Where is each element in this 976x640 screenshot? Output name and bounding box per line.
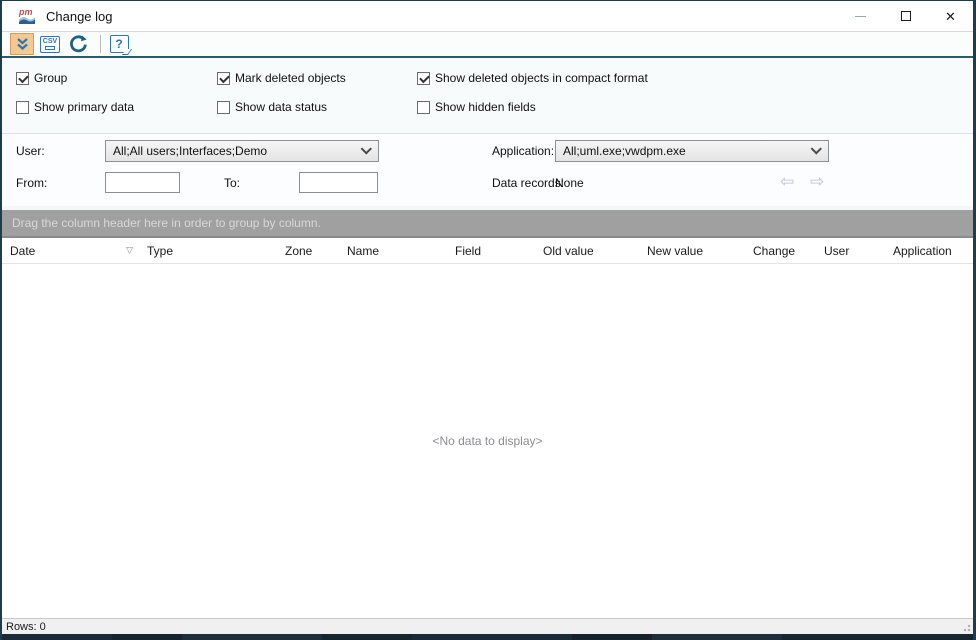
refresh-button[interactable] [66,33,90,55]
maximize-icon [901,11,911,21]
group-by-area: Drag the column header here in order to … [2,206,973,238]
checkbox-label: Show hidden fields [435,100,536,114]
column-header-name[interactable]: Name [339,238,447,263]
app-icon: pm [18,7,36,25]
group-by-hint: Drag the column header here in order to … [12,216,321,230]
csv-export-icon: CSV [40,36,60,53]
titlebar: pm Change log ✕ [2,1,973,31]
to-input[interactable] [299,172,378,193]
refresh-icon [69,35,88,54]
previous-record-arrow-icon[interactable]: ⇦ [780,173,794,190]
next-record-arrow-icon[interactable]: ⇨ [810,173,824,190]
column-header-new-value[interactable]: New value [639,238,745,263]
checkbox-box[interactable] [217,72,230,85]
group-by-drop-zone[interactable]: Drag the column header here in order to … [2,210,973,238]
application-label: Application: [492,144,554,158]
status-bar: Rows: 0 [2,618,973,634]
data-records-label: Data records: [492,176,564,190]
query-panel: User: All;All users;Interfaces;Demo Appl… [2,133,973,206]
taskbar-strip [2,634,973,640]
column-header-change[interactable]: Change [745,238,816,263]
column-header-date[interactable]: Date ▽ [2,238,139,263]
checkbox-box[interactable] [417,72,430,85]
checkbox-box[interactable] [16,72,29,85]
checkbox-show-hidden-fields[interactable]: Show hidden fields [417,100,536,114]
sort-descending-icon[interactable]: ▽ [126,245,133,256]
maximize-button[interactable] [883,1,928,31]
caption-buttons: ✕ [838,1,973,31]
toolbar: CSV ? [2,31,973,58]
checkbox-group[interactable]: Group [16,71,67,85]
column-header-user[interactable]: User [816,238,885,263]
svg-text:pm: pm [18,7,33,17]
chevron-down-icon [361,143,372,154]
minimize-button[interactable] [838,1,883,31]
resize-grip[interactable] [962,623,971,632]
close-button[interactable]: ✕ [928,1,973,31]
from-input[interactable] [105,172,180,193]
checkbox-mark-deleted-objects[interactable]: Mark deleted objects [217,71,346,85]
column-header-application[interactable]: Application [885,238,973,263]
from-label: From: [16,176,47,190]
rows-count: Rows: 0 [6,621,46,633]
checkbox-label: Show deleted objects in compact format [435,71,648,85]
close-icon: ✕ [945,10,956,23]
checkbox-label: Group [34,71,67,85]
filter-options-panel: Group Mark deleted objects Show deleted … [2,58,973,133]
checkbox-label: Show data status [235,100,327,114]
column-header-old-value[interactable]: Old value [535,238,639,263]
toolbar-separator [100,35,101,53]
checkbox-show-data-status[interactable]: Show data status [217,100,327,114]
data-records-value: None [555,176,584,190]
user-dropdown[interactable]: All;All users;Interfaces;Demo [105,140,379,162]
checkbox-label: Mark deleted objects [235,71,346,85]
to-label: To: [224,176,240,190]
user-label: User: [16,144,45,158]
application-dropdown[interactable]: All;uml.exe;vwdpm.exe [555,140,829,162]
grid-body[interactable]: <No data to display> [2,264,973,618]
checkbox-label: Show primary data [34,100,134,114]
checkbox-box[interactable] [417,101,430,114]
export-csv-button[interactable]: CSV [38,33,62,55]
toggle-filter-panel-button[interactable] [10,33,34,55]
double-chevron-down-icon [16,37,29,51]
help-button[interactable]: ? [107,33,131,55]
column-header-field[interactable]: Field [447,238,535,263]
checkbox-box[interactable] [217,101,230,114]
no-data-message: <No data to display> [432,434,542,448]
grid-header-row: Date ▽ Type Zone Name Field Old value Ne… [2,238,973,264]
application-dropdown-value: All;uml.exe;vwdpm.exe [563,144,686,158]
help-icon: ? [110,35,129,53]
column-header-zone[interactable]: Zone [277,238,339,263]
user-dropdown-value: All;All users;Interfaces;Demo [113,144,267,158]
checkbox-show-primary-data[interactable]: Show primary data [16,100,134,114]
window-title: Change log [46,9,113,24]
checkbox-show-deleted-compact[interactable]: Show deleted objects in compact format [417,71,648,85]
minimize-icon [855,16,866,17]
change-log-window: pm Change log ✕ CSV [0,0,976,640]
column-header-type[interactable]: Type [139,238,277,263]
checkbox-box[interactable] [16,101,29,114]
chevron-down-icon [811,143,822,154]
